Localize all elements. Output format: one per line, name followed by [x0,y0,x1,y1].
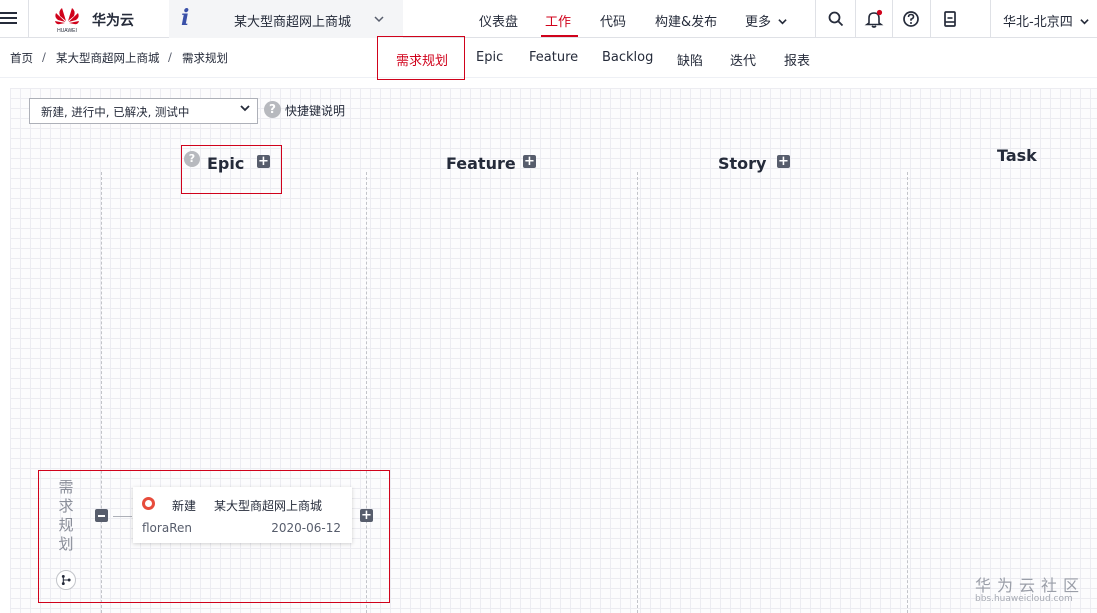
help-icon[interactable] [901,9,921,29]
nav-build-release[interactable]: 构建&发布 [655,11,717,30]
divider [930,0,931,38]
status-filter-value: 新建, 进行中, 已解决, 测试中 [41,105,190,119]
shortcut-help-link[interactable]: 快捷键说明 [285,102,345,119]
nav-more[interactable]: 更多 [745,11,787,30]
nav-code[interactable]: 代码 [600,11,626,30]
divider [892,0,893,38]
nav-more-label: 更多 [745,15,772,30]
watermark-url: bbs.huaweicloud.com [975,594,1073,604]
tab-epic[interactable]: Epic [476,50,503,65]
column-divider [637,172,638,613]
chevron-down-icon [240,105,250,112]
search-icon[interactable] [826,9,846,29]
chevron-down-icon [1080,19,1089,25]
add-feature-button[interactable]: + [523,155,536,168]
column-divider [907,172,908,613]
tab-backlog[interactable]: Backlog [602,50,653,65]
tab-iterations[interactable]: 迭代 [730,50,756,69]
console-icon[interactable] [940,9,960,29]
highlight-box [181,145,282,194]
chevron-down-icon [778,19,787,25]
add-story-button[interactable]: + [777,155,790,168]
active-nav-indicator [541,35,578,37]
huawei-logo[interactable]: HUAWEI [52,4,82,34]
notification-bell-icon[interactable] [864,9,884,29]
breadcrumb-separator: / [168,50,172,64]
nav-work[interactable]: 工作 [545,11,571,30]
tab-defects[interactable]: 缺陷 [677,50,703,69]
divider [28,0,29,38]
nav-dashboard[interactable]: 仪表盘 [479,11,518,30]
column-title-feature: Feature [446,154,516,173]
tab-reports[interactable]: 报表 [784,50,810,69]
highlight-box [38,470,390,603]
breadcrumb-current: 需求规划 [182,51,228,65]
breadcrumb-home[interactable]: 首页 [10,50,33,66]
chevron-down-icon[interactable] [374,14,384,24]
divider [855,0,856,38]
divider [815,0,816,38]
watermark-title: 华为云社区 [975,576,1086,595]
secondary-bar: 首页 / 某大型商超网上商城 / 需求规划 需求规划 Epic Feature … [0,38,1097,78]
tab-feature[interactable]: Feature [529,50,578,65]
breadcrumb-separator: / [42,50,46,64]
project-name[interactable]: 某大型商超网上商城 [234,11,351,30]
logo-caption: HUAWEI [57,28,77,34]
menu-icon[interactable] [0,9,18,27]
column-title-task: Task [997,146,1037,165]
divider [990,0,991,38]
brand-name[interactable]: 华为云 [92,10,134,30]
region-selector[interactable]: 华北-北京四 [1003,11,1089,30]
region-label: 华北-北京四 [1003,15,1073,30]
help-icon[interactable]: ? [264,101,281,118]
status-filter-dropdown[interactable]: 新建, 进行中, 已解决, 测试中 [29,98,258,124]
column-title-story: Story [718,154,767,173]
breadcrumb-project[interactable]: 某大型商超网上商城 [56,50,160,66]
project-icon: i [181,5,190,31]
top-navigation-bar: HUAWEI 华为云 i 某大型商超网上商城 仪表盘 工作 代码 构建&发布 更… [0,0,1097,38]
highlight-box [377,36,465,80]
